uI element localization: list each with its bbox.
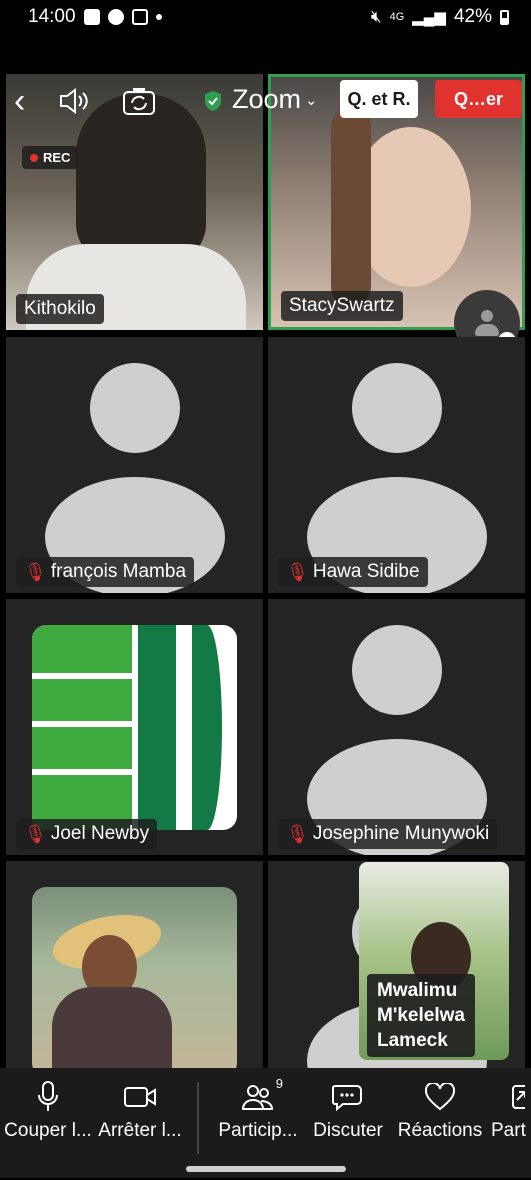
reactions-button[interactable]: Réactions	[394, 1080, 486, 1142]
participant-name-label: 🎙︎ Hawa Sidibe	[278, 557, 428, 587]
floating-video-window[interactable]: Mwalimu M'kelelwa Lameck	[359, 862, 509, 1060]
avatar-placeholder-head	[351, 625, 442, 715]
profile-picture-logo	[32, 625, 237, 830]
avatar-placeholder-head	[351, 363, 442, 453]
instagram-icon	[131, 9, 148, 25]
qa-button[interactable]: Q. et R.	[340, 80, 418, 118]
more-notifications-icon	[155, 14, 162, 20]
mute-button[interactable]: Couper l...	[2, 1080, 94, 1142]
meeting-title[interactable]: Zoom ⌄	[232, 84, 318, 115]
chat-icon	[331, 1080, 365, 1114]
home-indicator[interactable]	[186, 1166, 346, 1172]
participant-name-label: StacySwartz	[281, 291, 403, 321]
record-dot-icon	[30, 153, 38, 162]
speaker-icon[interactable]	[58, 86, 92, 116]
mic-muted-icon: 🎙︎	[24, 561, 47, 582]
participant-tile[interactable]: 🎙︎ Joel Newby	[6, 599, 263, 855]
chat-button[interactable]: Discuter	[306, 1080, 390, 1142]
participant-name-label: 🎙︎ françois Mamba	[16, 557, 195, 587]
battery-level: 42%	[453, 6, 492, 27]
mute-status-icon: 🔇︎	[370, 7, 382, 26]
back-icon[interactable]: ‹	[14, 82, 25, 121]
participant-tile[interactable]: 🎙︎ Josephine Munywoki	[268, 599, 525, 855]
facebook-icon	[83, 9, 100, 25]
heart-icon	[423, 1080, 457, 1114]
messenger-icon	[107, 9, 124, 25]
participants-button[interactable]: 9 Particip...	[214, 1076, 302, 1142]
switch-camera-icon[interactable]	[120, 84, 158, 118]
recording-badge: REC	[22, 146, 79, 169]
toolbar-divider	[197, 1082, 199, 1154]
share-screen-icon	[491, 1080, 525, 1114]
mic-muted-icon: 🎙︎	[286, 823, 309, 844]
mic-muted-icon: 🎙︎	[286, 561, 309, 582]
mic-muted-icon: 🎙︎	[24, 823, 47, 844]
participant-tile[interactable]: 🎙︎ françois Mamba	[6, 337, 263, 593]
chevron-down-icon: ⌄	[305, 91, 318, 109]
participants-count-badge: 9	[275, 1076, 283, 1091]
signal-icon: ▂▄▆	[412, 9, 446, 26]
leave-button[interactable]: Q…er	[435, 80, 522, 118]
status-bar: 14:00 🔇︎ 4G ▂▄▆ 42%	[0, 0, 531, 34]
pinned-name-label: Mwalimu M'kelelwa Lameck	[367, 974, 475, 1057]
avatar-placeholder-head	[89, 363, 180, 453]
network-type: 4G	[389, 11, 405, 23]
participant-name-label: 🎙︎ Joel Newby	[16, 819, 158, 849]
encryption-shield-icon[interactable]	[203, 90, 223, 112]
battery-icon	[500, 9, 509, 25]
meeting-toolbar: Couper l... Arrêter l... 9 Particip... D…	[0, 1068, 531, 1178]
profile-picture-photo	[32, 887, 237, 1071]
participant-video-hair	[331, 107, 371, 307]
participant-name-label: 🎙︎ Josephine Munywoki	[278, 819, 498, 849]
share-button[interactable]: Part	[491, 1080, 531, 1142]
status-time: 14:00	[28, 6, 76, 27]
stop-video-button[interactable]: Arrêter l...	[96, 1080, 184, 1142]
person-icon	[472, 308, 502, 338]
video-camera-icon	[123, 1080, 157, 1114]
participant-tile[interactable]	[6, 861, 263, 1071]
microphone-icon	[31, 1080, 65, 1114]
participant-tile[interactable]: 🎙︎ Hawa Sidibe	[268, 337, 525, 593]
participant-name-label: Kithokilo	[16, 294, 104, 324]
participants-icon: 9	[241, 1076, 283, 1114]
